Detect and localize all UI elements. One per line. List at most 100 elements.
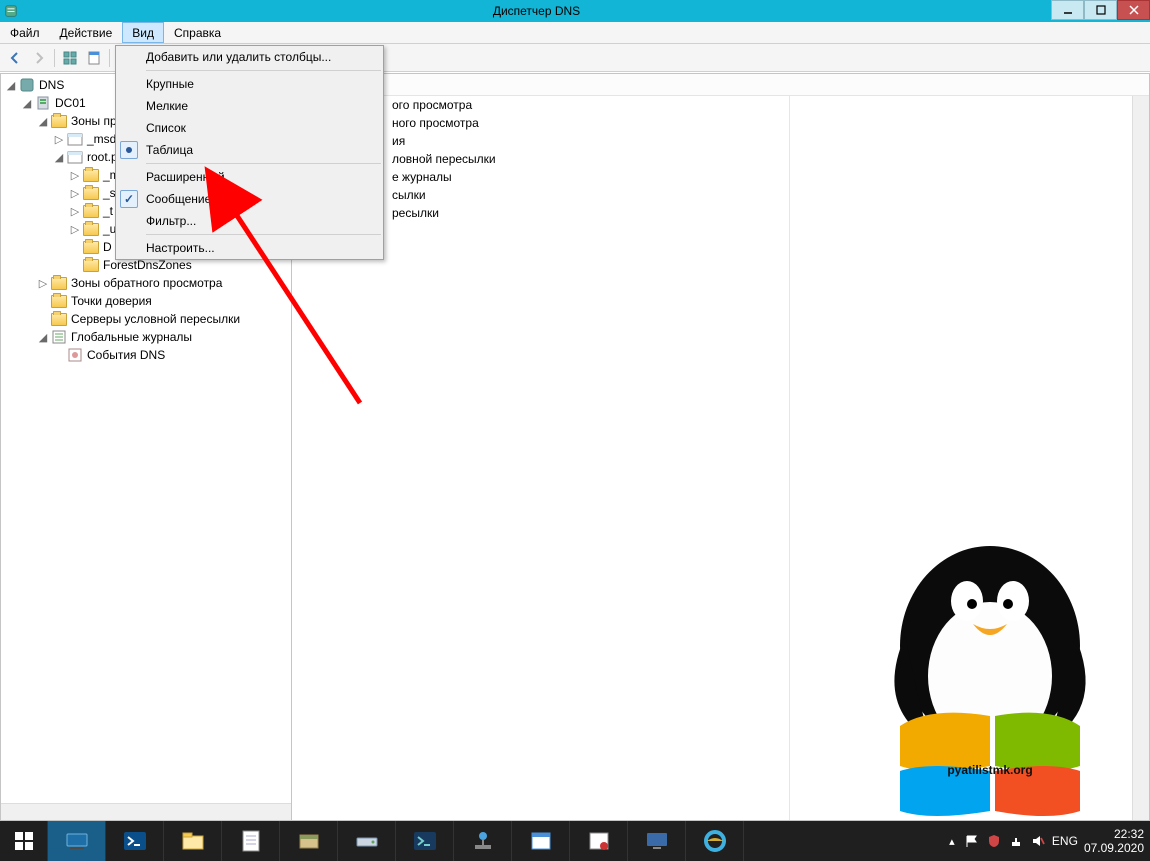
task-network[interactable]: [454, 821, 512, 861]
menu-item[interactable]: Фильтр...: [116, 210, 383, 232]
column-divider: [789, 96, 790, 820]
task-registry[interactable]: [280, 821, 338, 861]
maximize-button[interactable]: [1084, 0, 1117, 20]
zone-icon: [67, 149, 83, 165]
tree-item[interactable]: Точки доверия: [1, 292, 291, 310]
list-header[interactable]: [292, 74, 1149, 96]
toolbar-properties-icon[interactable]: [83, 47, 105, 69]
task-rdp[interactable]: [628, 821, 686, 861]
list-item[interactable]: ресылки: [292, 204, 1149, 222]
expand-icon[interactable]: ▷: [51, 133, 67, 146]
tree-item-label: Зоны обратного просмотра: [71, 276, 222, 290]
list-item[interactable]: ия: [292, 132, 1149, 150]
list-scrollbar[interactable]: [1132, 96, 1149, 820]
folder-icon: [51, 115, 67, 128]
toolbar-grid-icon[interactable]: [59, 47, 81, 69]
menu-item[interactable]: Расширенный: [116, 166, 383, 188]
watermark-text: pyatilistmk.org: [947, 763, 1032, 777]
tray-network-icon[interactable]: [1008, 833, 1024, 849]
task-dns-1[interactable]: [512, 821, 570, 861]
minimize-button[interactable]: [1051, 0, 1084, 20]
menu-item[interactable]: Список: [116, 117, 383, 139]
tree-item-label: DC01: [55, 96, 86, 110]
tray-flag-icon[interactable]: [964, 833, 980, 849]
task-ie[interactable]: [686, 821, 744, 861]
expand-icon[interactable]: ▷: [35, 277, 51, 290]
list-item-label: ия: [392, 134, 405, 148]
tree-item-label: Точки доверия: [71, 294, 152, 308]
collapse-icon[interactable]: ◢: [19, 97, 35, 110]
menu-item-label: Расширенный: [146, 170, 225, 184]
tree-item-label: DNS: [39, 78, 64, 92]
menu-item[interactable]: Крупные: [116, 73, 383, 95]
task-notepad[interactable]: [222, 821, 280, 861]
menu-view[interactable]: Вид: [122, 22, 164, 43]
task-powershell[interactable]: [106, 821, 164, 861]
list-item-label: ного просмотра: [392, 116, 479, 130]
expand-icon[interactable]: ▷: [67, 169, 83, 182]
menu-help[interactable]: Справка: [164, 22, 231, 43]
expand-icon[interactable]: ▷: [67, 205, 83, 218]
menu-item-label: Крупные: [146, 77, 194, 91]
collapse-icon[interactable]: ◢: [35, 331, 51, 344]
window-controls: [1051, 0, 1150, 22]
task-dns-2[interactable]: [570, 821, 628, 861]
list-item-label: ловной пересылки: [392, 152, 496, 166]
tree-item-label: _msd: [87, 132, 116, 146]
folder-icon: [83, 223, 99, 236]
expand-icon[interactable]: ▷: [67, 223, 83, 236]
menu-action[interactable]: Действие: [50, 22, 123, 43]
menu-item[interactable]: Добавить или удалить столбцы...: [116, 46, 383, 68]
tray-sound-icon[interactable]: [1030, 833, 1046, 849]
tree-item[interactable]: Серверы условной пересылки: [1, 310, 291, 328]
folder-icon: [83, 241, 99, 254]
collapse-icon[interactable]: ◢: [51, 151, 67, 164]
tree-item-label: _t: [103, 204, 113, 218]
list-item[interactable]: ого просмотра: [292, 96, 1149, 114]
menu-item[interactable]: Таблица: [116, 139, 383, 161]
task-powershell-ise[interactable]: [396, 821, 454, 861]
event-icon: [67, 347, 83, 363]
collapse-icon[interactable]: ◢: [3, 79, 19, 92]
tree-item-label: События DNS: [87, 348, 165, 362]
collapse-icon[interactable]: ◢: [35, 115, 51, 128]
tree-item[interactable]: ◢ Глобальные журналы: [1, 328, 291, 346]
menu-item-label: Сообщение: [146, 192, 211, 206]
folder-icon: [51, 277, 67, 290]
start-button[interactable]: [0, 821, 48, 861]
tree-item[interactable]: События DNS: [1, 346, 291, 364]
menu-item[interactable]: Мелкие: [116, 95, 383, 117]
tree-item-label: root.p: [87, 150, 118, 164]
menu-item[interactable]: Сообщение: [116, 188, 383, 210]
list-item[interactable]: сылки: [292, 186, 1149, 204]
tray-clock[interactable]: 22:32 07.09.2020: [1084, 827, 1144, 856]
task-servermanager[interactable]: [48, 821, 106, 861]
tree-scrollbar[interactable]: [1, 803, 291, 820]
client-area: ◢DNS◢DC01◢Зоны пря▷_msd◢root.p▷_m▷_si▷_t…: [0, 72, 1150, 821]
task-explorer[interactable]: [164, 821, 222, 861]
menu-item[interactable]: Настроить...: [116, 237, 383, 259]
check-icon: [120, 190, 138, 208]
tray-language[interactable]: ENG: [1052, 834, 1078, 848]
list-pane: ого просмотра ного просмотра ия ловной пере…: [292, 73, 1150, 821]
folder-icon: [83, 169, 99, 182]
menu-file[interactable]: Файл: [0, 22, 50, 43]
folder-icon: [51, 295, 67, 308]
tree-item-label: Глобальные журналы: [71, 330, 192, 344]
list-item[interactable]: ловной пересылки: [292, 150, 1149, 168]
nav-forward-button[interactable]: [28, 47, 50, 69]
list-item[interactable]: ного просмотра: [292, 114, 1149, 132]
tree-item[interactable]: ▷ Зоны обратного просмотра: [1, 274, 291, 292]
tray-overflow-icon[interactable]: ▴: [946, 833, 958, 849]
menu-item-label: Таблица: [146, 143, 193, 157]
nav-back-button[interactable]: [4, 47, 26, 69]
task-drive[interactable]: [338, 821, 396, 861]
close-button[interactable]: [1117, 0, 1150, 20]
list-item[interactable]: е журналы: [292, 168, 1149, 186]
list-item-label: сылки: [392, 188, 426, 202]
folder-icon: [51, 313, 67, 326]
zone-icon: [67, 131, 83, 147]
tray-shield-icon[interactable]: [986, 833, 1002, 849]
toolbar-separator: [109, 49, 110, 67]
expand-icon[interactable]: ▷: [67, 187, 83, 200]
